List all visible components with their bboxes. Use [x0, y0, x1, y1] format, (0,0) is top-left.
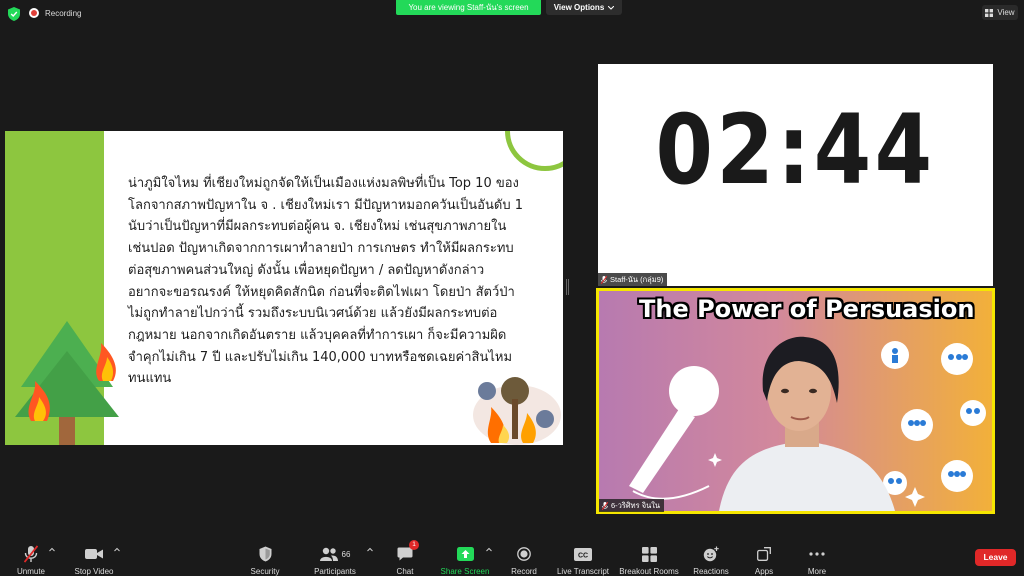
grid-view-icon: [985, 8, 994, 17]
record-label: Record: [511, 567, 537, 576]
panel-resize-handle[interactable]: [566, 279, 569, 295]
chevron-down-icon: [608, 5, 615, 10]
speaker-name: 6-วริศิทร จินใน: [611, 501, 661, 510]
participant-video-timer[interactable]: 02:44: [598, 64, 993, 286]
audio-options-caret-icon[interactable]: [49, 547, 55, 553]
recording-indicator[interactable]: Recording: [29, 8, 81, 18]
slide-text-line: อยากจะขอรณรงค์ ให้หยุดคิดสักนิด ก่อนที่จ…: [128, 284, 515, 300]
recording-icon: [29, 8, 39, 18]
slide-text-line: นับว่าเป็นปัญหาที่มีผลกระทบต่อผู้คน จ. เ…: [128, 219, 507, 235]
meeting-toolbar: Unmute Stop Video Security 66 Participan…: [0, 536, 1024, 576]
participants-caret-icon[interactable]: [367, 547, 373, 553]
recording-label: Recording: [45, 8, 82, 18]
viewing-banner: You are viewing Staff-นัน's screen: [396, 0, 541, 15]
unmute-button[interactable]: Unmute: [10, 536, 52, 576]
slide-text-line: น่าภูมิใจไหม ที่เชียงใหม่ถูกจัดให้เป็นเม…: [128, 176, 519, 191]
speaker-name-tag: 6-วริศิทร จินใน: [599, 499, 665, 512]
share-screen-label: Share Screen: [440, 567, 490, 576]
muted-mic-icon: [601, 275, 607, 284]
slide-body-text: น่าภูมิใจไหม ที่เชียงใหม่ถูกจัดให้เป็นเม…: [128, 173, 558, 390]
leave-button[interactable]: Leave: [975, 549, 1016, 566]
security-label: Security: [250, 567, 280, 576]
participant-name-tag: Staff-นัน (กลุ่ม9): [598, 273, 668, 286]
chat-button[interactable]: 1 Chat: [390, 536, 420, 576]
video-camera-icon: [85, 549, 103, 559]
apps-label: Apps: [754, 567, 774, 576]
apps-button[interactable]: Apps: [748, 536, 780, 576]
view-button[interactable]: View: [982, 5, 1018, 20]
unmute-label: Unmute: [16, 567, 45, 576]
record-button[interactable]: Record: [506, 536, 542, 576]
breakout-rooms-button[interactable]: Breakout Rooms: [618, 536, 680, 576]
slide-text-line: ทนแทน: [128, 371, 172, 387]
slide-text-line: จำคุกไม่เกิน 7 ปี และปรับไม่เกิน 140,000…: [128, 349, 513, 365]
active-speaker-video[interactable]: The Power of Persuasion: [596, 288, 995, 514]
speaker-video-frame: [599, 291, 992, 511]
participants-button[interactable]: 66 Participants: [310, 536, 360, 576]
breakout-rooms-icon: [641, 546, 657, 562]
share-screen-icon: [456, 547, 474, 561]
stop-video-label: Stop Video: [74, 567, 114, 576]
muted-mic-icon: [602, 501, 608, 510]
shared-screen-slide: น่าภูมิใจไหม ที่เชียงใหม่ถูกจัดให้เป็นเม…: [5, 131, 563, 445]
slide-text-line: ไม่ถูกทำลายไปกว่านี้ รวมถึงระบบนิเวศน์ด้…: [128, 306, 498, 322]
speaker-slide-title: The Power of Persuasion: [639, 295, 975, 323]
shield-icon: [259, 546, 271, 562]
more-label: More: [807, 567, 827, 576]
countdown-timer: 02:44: [655, 94, 936, 206]
tree-fire-illustration: [15, 321, 119, 445]
view-options-label: View Options: [553, 3, 605, 12]
security-button[interactable]: Security: [245, 536, 285, 576]
slide-text-line: เช่นปอด ปัญหาเกิดจากการเผาทำลายป่า การเก…: [128, 241, 514, 257]
view-options-button[interactable]: View Options: [546, 0, 622, 15]
record-icon: [517, 547, 531, 561]
chat-label: Chat: [396, 567, 414, 576]
video-options-caret-icon[interactable]: [114, 547, 120, 553]
more-dots-icon: [809, 552, 825, 556]
top-bar: Recording You are viewing Staff-นัน's sc…: [0, 0, 1024, 28]
muted-microphone-icon: [24, 545, 38, 563]
smiley-icon: [703, 546, 719, 562]
closed-captions-icon: CC: [574, 547, 592, 561]
participant-name: Staff-นัน (กลุ่ม9): [610, 275, 664, 284]
slide-decor-arc: [505, 131, 563, 171]
apps-icon: [757, 547, 771, 561]
more-button[interactable]: More: [800, 536, 834, 576]
live-transcript-label: Live Transcript: [556, 567, 610, 576]
view-label: View: [997, 8, 1015, 17]
share-screen-button[interactable]: Share Screen: [438, 536, 492, 576]
breakout-rooms-label: Breakout Rooms: [619, 567, 679, 576]
slide-text-line: ต่อสุขภาพคนส่วนใหญ่ ดังนั้น เพื่อหยุดปัญ…: [128, 262, 485, 278]
reactions-button[interactable]: Reactions: [690, 536, 732, 576]
slide-text-line: โลกจากสภาพปัญหาใน จ . เชียงใหม่เรา มีปัญ…: [128, 197, 523, 213]
slide-text-line: กฎหมาย นอกจากเกิดอันตราย แล้วบุคคลที่ทำก…: [128, 327, 507, 343]
security-shield-icon[interactable]: [8, 7, 20, 21]
cc-glyph: CC: [578, 552, 588, 559]
participants-label: Participants: [314, 567, 356, 576]
stop-video-button[interactable]: Stop Video: [70, 536, 118, 576]
participants-icon: [319, 547, 338, 561]
live-transcript-button[interactable]: CC Live Transcript: [554, 536, 612, 576]
share-options-caret-icon[interactable]: [486, 547, 492, 553]
participants-count: 66: [341, 549, 351, 559]
chat-unread-badge: 1: [409, 540, 419, 550]
reactions-label: Reactions: [693, 567, 729, 576]
